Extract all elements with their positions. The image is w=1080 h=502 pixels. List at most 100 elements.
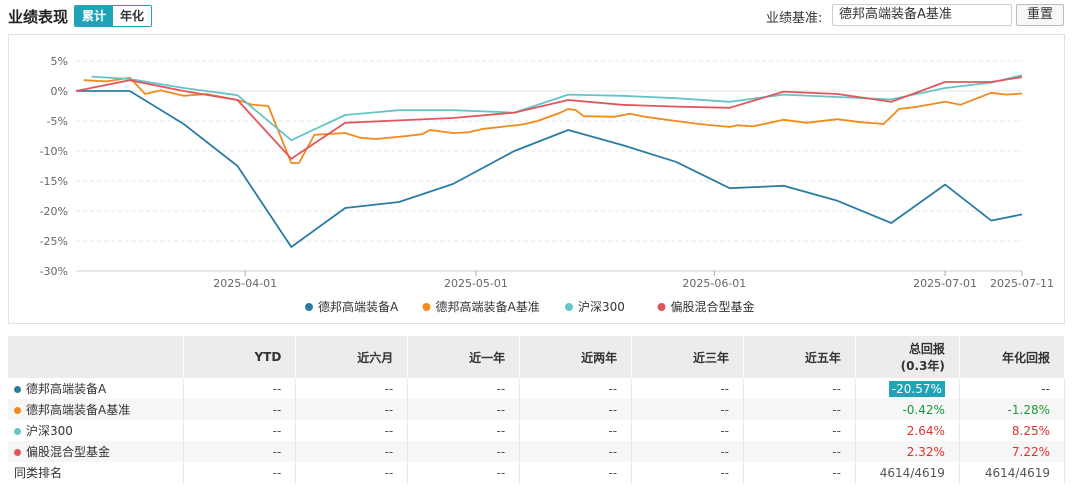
x-tick-label: 2025-07-01 xyxy=(913,277,977,290)
table-cell: -- xyxy=(407,420,521,441)
series-dot-icon xyxy=(14,449,21,456)
table-cell: 4614/4619 xyxy=(959,462,1066,483)
table-header-cell: 近一年 xyxy=(407,336,521,378)
y-tick-label: -15% xyxy=(40,175,68,188)
y-tick-label: -10% xyxy=(40,145,68,158)
benchmark-select[interactable]: 德邦高端装备A基准 xyxy=(832,4,1012,26)
table-cell: -- xyxy=(743,420,856,441)
highlighted-value: -20.57% xyxy=(888,380,945,397)
row-name: 同类排名 xyxy=(14,466,63,480)
header-text: (0.3年) xyxy=(900,359,945,373)
table-cell: -- xyxy=(295,462,409,483)
table-cell: -- xyxy=(183,399,297,420)
table-cell: -- xyxy=(743,441,856,462)
series-dot-icon xyxy=(14,386,21,393)
performance-table-container: YTD 近六月 近一年 近两年 近三年 近五年 总回报 (0.3年) 年化回报 德邦高端装备A -… xyxy=(8,336,1066,486)
series-dot-icon xyxy=(14,407,21,414)
table-row: 同类排名 -- -- -- -- -- -- 4614/4619 4614/4619 xyxy=(8,462,1066,483)
header-text: 年化回报 xyxy=(1001,350,1050,365)
table-header-cell: 年化回报 xyxy=(959,336,1066,378)
header-text: 近六月 xyxy=(357,350,394,365)
table-cell: -- xyxy=(407,378,521,399)
section-title: 业绩表现 xyxy=(8,8,69,26)
series-dot-icon xyxy=(14,428,21,435)
table-row: 沪深300 -- -- -- -- -- -- 2.64% 8.25% xyxy=(8,420,1066,441)
header-text: YTD xyxy=(254,350,282,364)
table-cell: -- xyxy=(519,378,633,399)
y-tick-label: -20% xyxy=(40,205,68,218)
row-name-cell: 沪深300 xyxy=(8,420,185,441)
table-header-cell: 总回报 (0.3年) xyxy=(855,336,960,378)
header-text: 近两年 xyxy=(581,350,618,365)
page: 业绩表现 累计 年化 业绩基准: 德邦高端装备A基准 重置 5% 0% -5% -10… xyxy=(0,0,1080,502)
table-cell: -- xyxy=(183,420,297,441)
table-header-cell: YTD xyxy=(183,336,297,378)
x-tick-label: 2025-06-01 xyxy=(682,277,746,290)
x-tick-label: 2025-07-11 xyxy=(990,277,1054,290)
legend-item-label: 沪深300 xyxy=(578,300,625,314)
table-cell: -20.57% xyxy=(855,378,960,399)
table-cell: -- xyxy=(183,378,297,399)
header-text: 总回报 xyxy=(908,342,945,356)
table-cell: 2.32% xyxy=(855,441,960,462)
legend-marker xyxy=(305,303,313,311)
table-cell: -0.42% xyxy=(855,399,960,420)
series-line-2 xyxy=(91,74,1023,142)
toggle-annualized[interactable]: 年化 xyxy=(113,6,152,26)
table-cell: 4614/4619 xyxy=(855,462,960,483)
period-toggle[interactable]: 累计 年化 xyxy=(74,5,153,27)
table-body: 德邦高端装备A -- -- -- -- -- -- -20.57% -- 德邦高端装备A基准 -- -… xyxy=(8,378,1066,483)
row-name: 德邦高端装备A基准 xyxy=(26,403,131,417)
table-row: 德邦高端装备A -- -- -- -- -- -- -20.57% -- xyxy=(8,378,1066,399)
table-cell: -- xyxy=(519,441,633,462)
row-name: 偏股混合型基金 xyxy=(26,445,111,459)
table-header-row: YTD 近六月 近一年 近两年 近三年 近五年 总回报 (0.3年) 年化回报 xyxy=(8,336,1066,378)
table-cell: -- xyxy=(743,462,856,483)
table-cell: -- xyxy=(959,378,1066,399)
row-name-cell: 德邦高端装备A基准 xyxy=(8,399,185,420)
table-cell: -- xyxy=(743,399,856,420)
table-cell: -- xyxy=(295,441,409,462)
y-tick-label: 0% xyxy=(51,85,68,98)
legend-marker xyxy=(422,303,431,311)
table-header-cell xyxy=(8,336,185,378)
table-cell: 8.25% xyxy=(959,420,1066,441)
legend-item-label: 德邦高端装备A基准 xyxy=(436,299,540,314)
table-cell: -- xyxy=(295,420,409,441)
table-cell: -- xyxy=(631,462,745,483)
table-cell: -- xyxy=(407,399,521,420)
performance-chart: 5% 0% -5% -10% -15% -20% -25% -30% 2025-04-01 202… xyxy=(40,55,1054,314)
table-row: 偏股混合型基金 -- -- -- -- -- -- 2.32% 7.22% xyxy=(8,441,1066,462)
legend-item-label: 偏股混合型基金 xyxy=(671,299,755,314)
x-tick-label: 2025-05-01 xyxy=(444,277,508,290)
legend-marker xyxy=(657,303,666,311)
table-cell: -- xyxy=(295,378,409,399)
y-tick-label: -30% xyxy=(40,265,68,278)
table-header-cell: 近五年 xyxy=(743,336,856,378)
table-cell: -- xyxy=(519,462,633,483)
y-tick-label: 5% xyxy=(51,55,68,68)
row-name: 德邦高端装备A xyxy=(26,382,107,396)
table-cell: 7.22% xyxy=(959,441,1066,462)
table-cell: 2.64% xyxy=(855,420,960,441)
header-text: 近三年 xyxy=(693,350,730,365)
toggle-cumulative[interactable]: 累计 xyxy=(75,6,114,26)
chart-container: 5% 0% -5% -10% -15% -20% -25% -30% 2025-04-01 202… xyxy=(8,34,1065,324)
reset-button[interactable]: 重置 xyxy=(1016,4,1064,26)
header-text: 近五年 xyxy=(804,350,841,365)
row-name-cell: 德邦高端装备A xyxy=(8,378,185,399)
table-cell: -- xyxy=(183,462,297,483)
row-name-cell: 偏股混合型基金 xyxy=(8,441,185,462)
y-tick-label: -5% xyxy=(47,115,68,128)
header: 业绩表现 累计 年化 业绩基准: 德邦高端装备A基准 重置 xyxy=(0,0,1080,32)
table-header-cell: 近六月 xyxy=(295,336,409,378)
table-cell: -- xyxy=(407,441,521,462)
table-cell: -- xyxy=(631,399,745,420)
row-name: 沪深300 xyxy=(26,424,73,438)
table-cell: -- xyxy=(631,420,745,441)
table-cell: -- xyxy=(295,399,409,420)
table-cell: -- xyxy=(519,399,633,420)
table-header-cell: 近两年 xyxy=(519,336,633,378)
table-cell: -- xyxy=(631,441,745,462)
table-cell: -- xyxy=(519,420,633,441)
